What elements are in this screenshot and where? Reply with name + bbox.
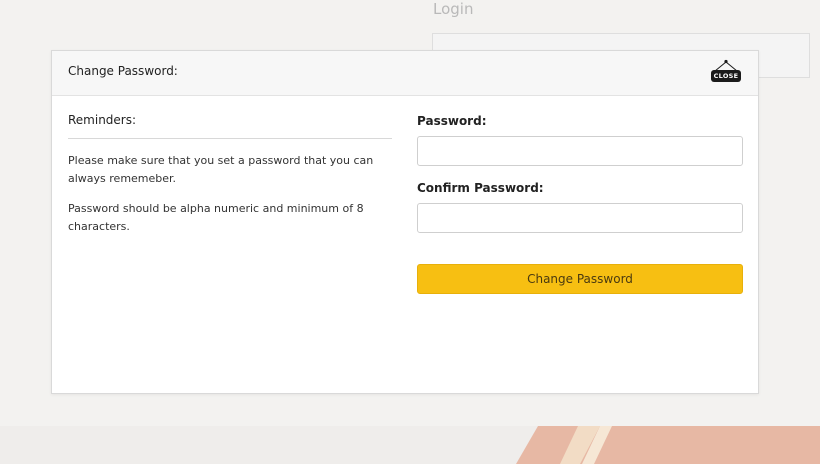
reminder-text: Please make sure that you set a password… — [68, 154, 374, 185]
footer-band — [0, 426, 820, 464]
close-label: CLOSE — [711, 70, 741, 82]
reminder-text: Password should be alpha numeric and min… — [68, 202, 364, 233]
password-label: Password: — [417, 114, 487, 128]
confirm-password-label: Confirm Password: — [417, 181, 544, 195]
close-button[interactable]: CLOSE — [710, 59, 744, 87]
password-input[interactable] — [417, 136, 743, 166]
modal-header: Change Password: CLOSE — [52, 51, 758, 96]
reminders-section: Reminders: Please make sure that you set… — [68, 113, 392, 236]
modal-title: Change Password: — [68, 64, 178, 78]
password-form: Password: Confirm Password: Change Passw… — [417, 114, 743, 294]
login-title: Login — [433, 0, 474, 18]
reminders-title: Reminders: — [68, 113, 392, 139]
change-password-modal: Change Password: CLOSE Reminders: Please… — [51, 50, 759, 394]
change-password-button[interactable]: Change Password — [417, 264, 743, 294]
confirm-password-input[interactable] — [417, 203, 743, 233]
